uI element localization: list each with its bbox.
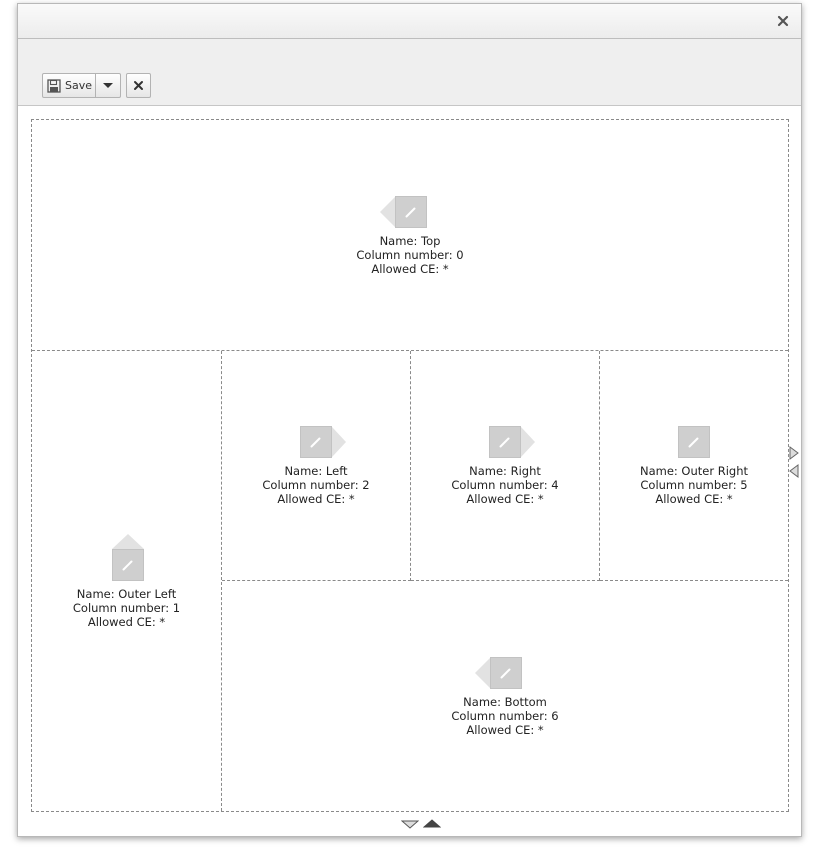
toolbar: Save [18, 39, 801, 106]
grid-editor-area: Name: Top Column number: 0 Allowed CE: * [18, 106, 801, 836]
grid-cell-outer-right: Name: Outer Right Column number: 5 Allow… [600, 351, 788, 581]
close-button[interactable] [126, 73, 151, 98]
cell-controls [664, 425, 724, 459]
cell-allowed-ce: Allowed CE: * [371, 261, 449, 276]
cell-allowed-ce: Allowed CE: * [87, 614, 166, 629]
cell-name: Name: Right [469, 464, 541, 478]
edit-cell-button[interactable] [111, 548, 144, 581]
close-icon [133, 80, 144, 91]
arrow-right-icon[interactable] [332, 427, 346, 457]
cell-controls [380, 195, 440, 229]
cell-controls [286, 425, 346, 459]
cell-controls [97, 533, 157, 582]
cell-name: Name: Outer Left [76, 586, 177, 601]
grid-layout: Name: Top Column number: 0 Allowed CE: * [31, 119, 789, 812]
save-button-label: Save [65, 79, 93, 92]
remove-row-icon[interactable] [423, 819, 441, 828]
caret-down-icon [103, 82, 113, 89]
cell-allowed-ce: Allowed CE: * [466, 722, 544, 737]
arrow-left-icon[interactable] [475, 657, 490, 688]
edit-cell-button[interactable] [489, 426, 521, 458]
edit-cell-button[interactable] [395, 195, 427, 228]
pencil-icon [122, 560, 132, 570]
add-row-icon[interactable] [401, 820, 419, 829]
grid-cell-right: Name: Right Column number: 4 Allowed CE:… [411, 351, 600, 581]
cell-name: Name: Left [284, 464, 348, 478]
arrow-right-icon[interactable] [521, 427, 535, 457]
cell-column-number: Column number: 2 [262, 478, 370, 492]
grid-cell-top: Name: Top Column number: 0 Allowed CE: * [32, 120, 788, 351]
grid-cell-outer-left: Name: Outer Left Column number: 1 Allowe… [32, 351, 222, 811]
cell-name: Name: Top [379, 233, 441, 248]
column-controls [789, 446, 801, 482]
close-icon[interactable] [775, 13, 791, 29]
grid-cell-bottom: Name: Bottom Column number: 6 Allowed CE… [222, 581, 788, 811]
cell-name: Name: Bottom [463, 694, 547, 709]
cell-controls [475, 425, 535, 459]
cell-column-number: Column number: 4 [451, 478, 559, 492]
cell-allowed-ce: Allowed CE: * [277, 492, 355, 506]
pencil-icon [499, 437, 510, 448]
pencil-icon [310, 437, 321, 448]
floppy-disk-icon [47, 78, 61, 93]
grid-wizard-dialog: Save Name: Top Column number: 0 Allowed … [17, 3, 802, 837]
add-column-icon[interactable] [789, 446, 799, 460]
save-button[interactable]: Save [42, 73, 96, 98]
save-options-dropdown-button[interactable] [96, 73, 121, 98]
cell-allowed-ce: Allowed CE: * [655, 492, 733, 506]
save-button-group: Save [42, 73, 121, 98]
edit-cell-button[interactable] [300, 426, 332, 458]
arrow-left-icon[interactable] [380, 196, 395, 227]
dialog-titlebar [18, 4, 801, 39]
cell-name: Name: Outer Right [639, 464, 749, 478]
edit-cell-button[interactable] [678, 426, 710, 458]
cell-column-number: Column number: 5 [640, 478, 748, 492]
edit-cell-button[interactable] [490, 656, 522, 689]
cell-controls [475, 656, 535, 690]
pencil-icon [405, 207, 416, 217]
row-controls [401, 817, 445, 831]
pencil-icon [688, 437, 699, 448]
cell-column-number: Column number: 1 [72, 600, 181, 615]
cell-column-number: Column number: 0 [356, 247, 464, 262]
cell-column-number: Column number: 6 [451, 708, 559, 723]
grid-cell-left: Name: Left Column number: 2 Allowed CE: … [222, 351, 411, 581]
remove-column-icon[interactable] [789, 464, 799, 478]
arrow-up-icon[interactable] [111, 533, 144, 549]
pencil-icon [500, 668, 511, 678]
cell-allowed-ce: Allowed CE: * [466, 492, 544, 506]
